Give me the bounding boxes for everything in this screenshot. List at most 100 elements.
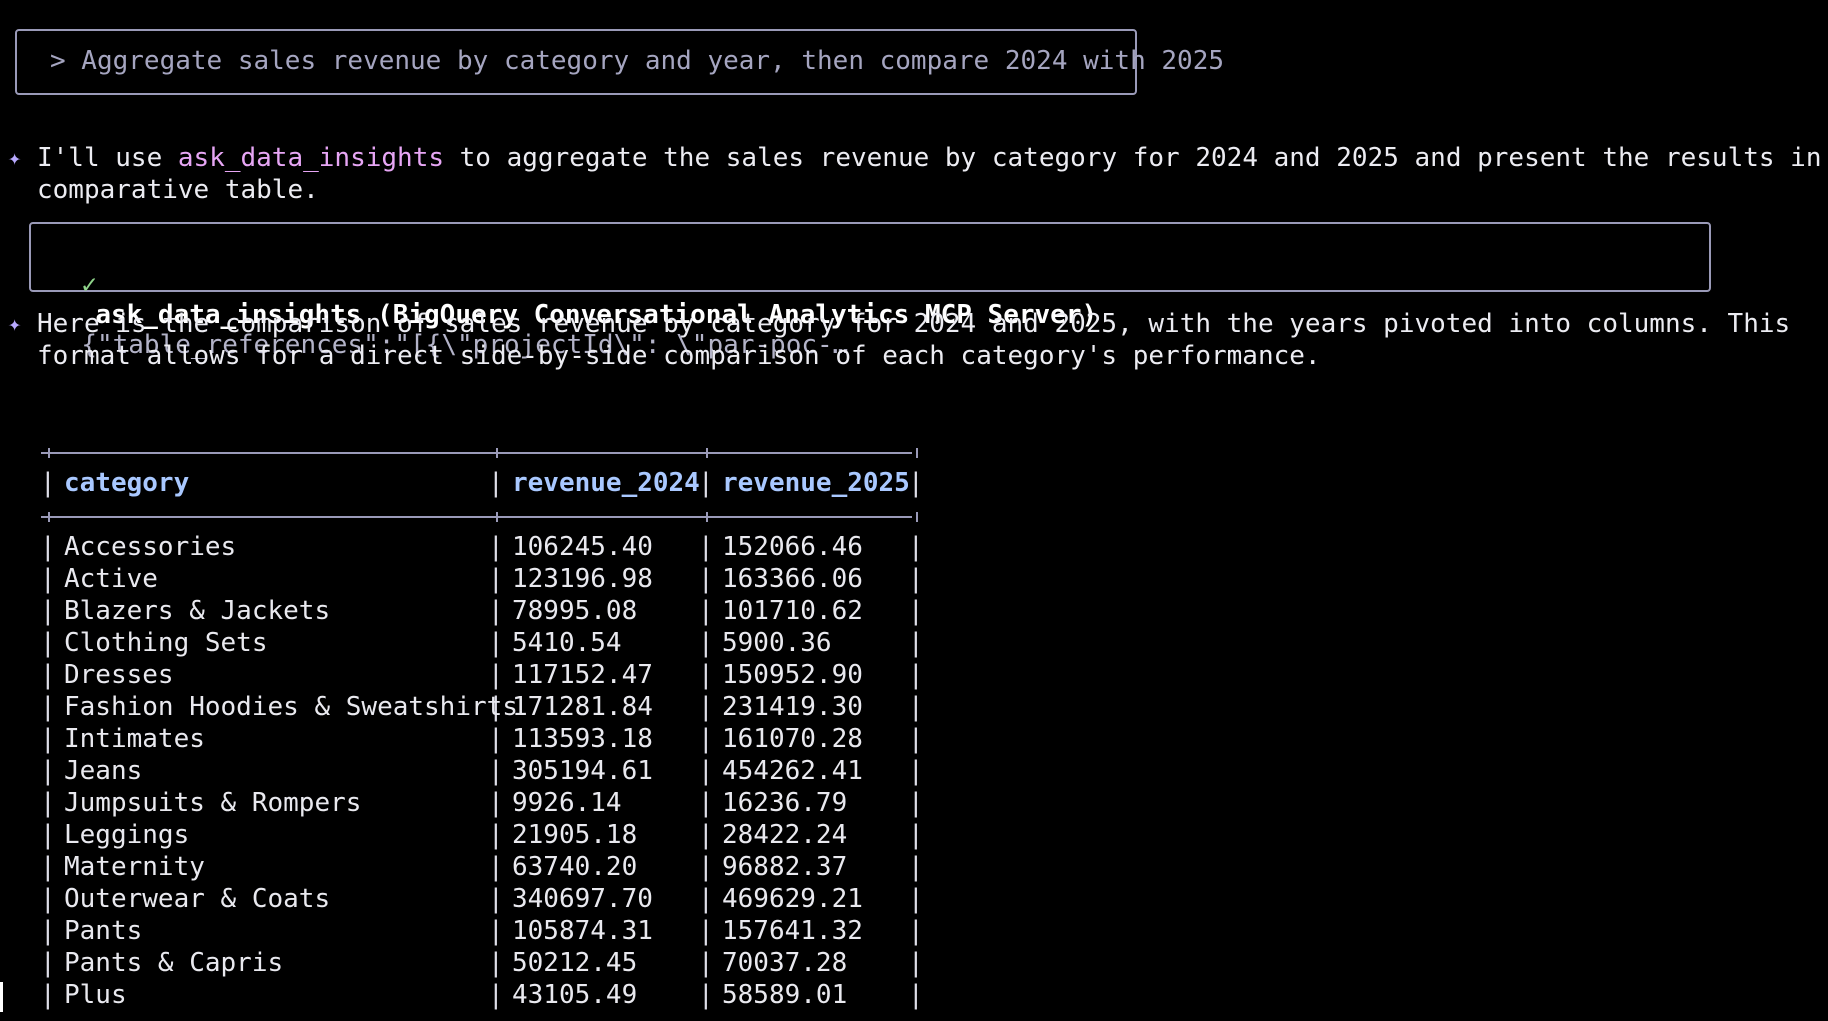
table-pipe: | <box>40 884 56 914</box>
table-pipe: | <box>698 532 714 562</box>
table-cell: Maternity <box>64 852 205 882</box>
table-pipe: | <box>908 596 924 626</box>
table-cell: 21905.18 <box>512 820 638 850</box>
table-pipe: | <box>698 596 714 626</box>
table-cell: 469629.21 <box>722 884 863 914</box>
table-pipe: | <box>908 852 924 882</box>
table-cell: 113593.18 <box>512 724 653 754</box>
table-pipe: | <box>908 468 924 498</box>
table-pipe: | <box>908 660 924 690</box>
table-cell: Clothing Sets <box>64 628 268 658</box>
table-pipe: | <box>40 532 56 562</box>
table-cell: 78995.08 <box>512 596 638 626</box>
table-pipe: | <box>488 980 504 1010</box>
table-pipe: | <box>488 852 504 882</box>
table-cell: Pants <box>64 916 143 946</box>
table-cell: 152066.46 <box>722 532 863 562</box>
table-pipe: | <box>908 628 924 658</box>
table-cell: Leggings <box>64 820 190 850</box>
table-pipe: | <box>488 948 504 978</box>
table-cell: 123196.98 <box>512 564 653 594</box>
table-pipe: | <box>40 916 56 946</box>
table-pipe: | <box>698 980 714 1010</box>
table-pipe: | <box>488 468 504 498</box>
table-header-category: category <box>64 468 190 498</box>
table-cell: 231419.30 <box>722 692 863 722</box>
table-cell: 96882.37 <box>722 852 848 882</box>
table-cell: Jumpsuits & Rompers <box>64 788 362 818</box>
table-pipe: | <box>488 820 504 850</box>
table-pipe: | <box>698 916 714 946</box>
table-pipe: | <box>908 820 924 850</box>
table-pipe: | <box>40 948 56 978</box>
table-pipe: | <box>908 916 924 946</box>
table-pipe: | <box>908 948 924 978</box>
table-cell: 28422.24 <box>722 820 848 850</box>
table-cell: 58589.01 <box>722 980 848 1010</box>
table-pipe: | <box>908 564 924 594</box>
terminal-cursor <box>0 982 3 1012</box>
table-cell: Dresses <box>64 660 174 690</box>
table-cell: Blazers & Jackets <box>64 596 331 626</box>
table-pipe: | <box>488 596 504 626</box>
table-pipe: | <box>40 692 56 722</box>
table-cell: Intimates <box>64 724 205 754</box>
table-cell: 70037.28 <box>722 948 848 978</box>
table-pipe: | <box>40 820 56 850</box>
table-cell: 340697.70 <box>512 884 653 914</box>
table-border-tick <box>916 512 918 522</box>
table-pipe: | <box>698 692 714 722</box>
table-pipe: | <box>488 788 504 818</box>
table-cell: 163366.06 <box>722 564 863 594</box>
table-pipe: | <box>908 724 924 754</box>
table-pipe: | <box>698 468 714 498</box>
table-pipe: | <box>908 692 924 722</box>
table-cell: 161070.28 <box>722 724 863 754</box>
table-cell: 454262.41 <box>722 756 863 786</box>
table-pipe: | <box>908 884 924 914</box>
table-pipe: | <box>698 852 714 882</box>
table-cell: Fashion Hoodies & Sweatshirts <box>64 692 518 722</box>
table-pipe: | <box>40 756 56 786</box>
table-cell: 157641.32 <box>722 916 863 946</box>
table-pipe: | <box>698 884 714 914</box>
table-pipe: | <box>908 788 924 818</box>
table-pipe: | <box>40 628 56 658</box>
table-pipe: | <box>698 724 714 754</box>
table-cell: 106245.40 <box>512 532 653 562</box>
table-cell: 171281.84 <box>512 692 653 722</box>
table-pipe: | <box>488 916 504 946</box>
table-pipe: | <box>40 724 56 754</box>
table-top-border <box>41 452 912 454</box>
table-pipe: | <box>698 660 714 690</box>
table-pipe: | <box>488 532 504 562</box>
table-header-revenue_2025: revenue_2025 <box>722 468 910 498</box>
table-cell: Jeans <box>64 756 143 786</box>
table-cell: 43105.49 <box>512 980 638 1010</box>
table-pipe: | <box>40 788 56 818</box>
table-pipe: | <box>40 564 56 594</box>
table-pipe: | <box>40 468 56 498</box>
table-pipe: | <box>908 756 924 786</box>
table-cell: 16236.79 <box>722 788 848 818</box>
table-header-separator <box>41 516 912 518</box>
table-cell: 50212.45 <box>512 948 638 978</box>
table-pipe: | <box>698 564 714 594</box>
table-cell: Plus <box>64 980 127 1010</box>
table-pipe: | <box>698 948 714 978</box>
table-header-revenue_2024: revenue_2024 <box>512 468 700 498</box>
table-pipe: | <box>40 980 56 1010</box>
table-cell: 105874.31 <box>512 916 653 946</box>
table-pipe: | <box>698 628 714 658</box>
table-pipe: | <box>698 756 714 786</box>
table-border-tick <box>48 512 50 522</box>
table-pipe: | <box>488 564 504 594</box>
table-border-tick <box>496 448 498 458</box>
table-cell: 9926.14 <box>512 788 622 818</box>
table-pipe: | <box>488 660 504 690</box>
table-cell: Pants & Capris <box>64 948 284 978</box>
table-border-tick <box>706 512 708 522</box>
table-cell: Accessories <box>64 532 237 562</box>
table-pipe: | <box>488 884 504 914</box>
table-pipe: | <box>908 532 924 562</box>
